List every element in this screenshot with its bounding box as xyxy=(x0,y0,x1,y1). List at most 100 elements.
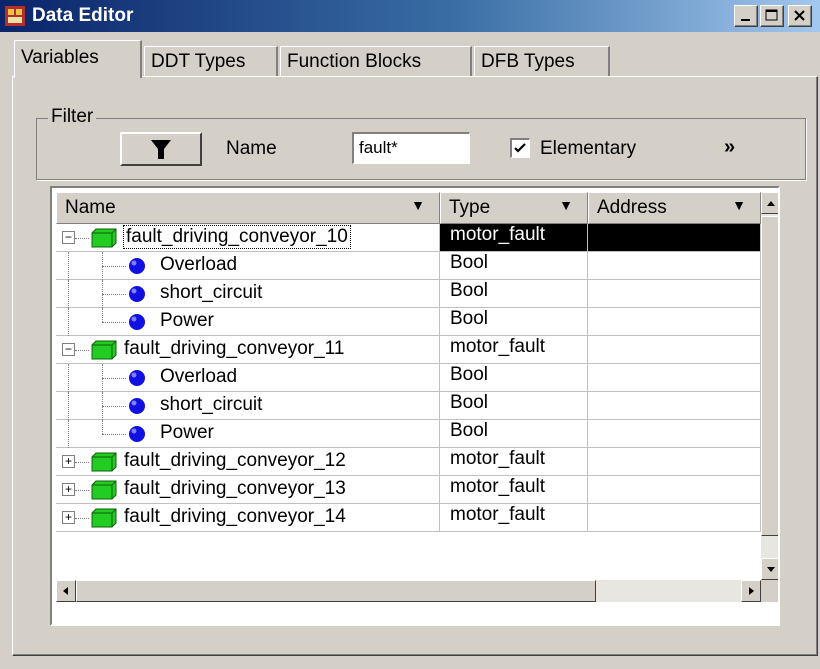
type-cell[interactable]: Bool xyxy=(440,392,588,420)
address-cell[interactable] xyxy=(588,252,761,280)
collapse-icon[interactable]: − xyxy=(62,343,75,356)
tree-line xyxy=(68,308,69,336)
type-cell[interactable]: motor_fault xyxy=(440,224,588,252)
column-header-type[interactable]: Type ▼ xyxy=(440,192,588,224)
type-cell[interactable]: motor_fault xyxy=(440,448,588,476)
tree-line xyxy=(102,406,126,407)
name-cell[interactable]: + fault_driving_conveyor_12 xyxy=(56,448,440,476)
address-cell[interactable] xyxy=(588,392,761,420)
type-cell[interactable]: Bool xyxy=(440,252,588,280)
table-row[interactable]: short_circuit Bool xyxy=(56,280,761,308)
name-cell[interactable]: Overload xyxy=(56,252,440,280)
scroll-left-button[interactable] xyxy=(56,580,76,602)
tree-line xyxy=(75,490,89,491)
address-cell[interactable] xyxy=(588,420,761,448)
scroll-down-button[interactable] xyxy=(761,558,778,580)
variable-name: Overload xyxy=(160,254,238,275)
tree-line xyxy=(102,294,126,295)
name-cell[interactable]: Power xyxy=(56,420,440,448)
tab-ddt-types[interactable]: DDT Types xyxy=(144,46,278,76)
minimize-button[interactable] xyxy=(734,5,758,27)
address-cell[interactable] xyxy=(588,280,761,308)
checkmark-icon xyxy=(514,143,526,153)
tab-function-blocks[interactable]: Function Blocks xyxy=(280,46,472,76)
table-row[interactable]: − fault_driving_conveyor_10 motor_fault xyxy=(56,224,761,252)
tab-dfb-types[interactable]: DFB Types xyxy=(474,46,610,76)
address-cell[interactable] xyxy=(588,336,761,364)
table-row[interactable]: + fault_driving_conveyor_14 motor_fault xyxy=(56,504,761,532)
type-cell[interactable]: Bool xyxy=(440,420,588,448)
column-header-name[interactable]: Name ▼ xyxy=(56,192,440,224)
type-cell[interactable]: motor_fault xyxy=(440,476,588,504)
table-row[interactable]: + fault_driving_conveyor_12 motor_fault xyxy=(56,448,761,476)
name-cell[interactable]: short_circuit xyxy=(56,280,440,308)
name-cell[interactable]: Overload xyxy=(56,364,440,392)
title-bar[interactable]: Data Editor xyxy=(0,0,820,32)
column-header-address[interactable]: Address ▼ xyxy=(588,192,761,224)
table-row[interactable]: Power Bool xyxy=(56,308,761,336)
tree-line xyxy=(75,462,89,463)
name-cell[interactable]: + fault_driving_conveyor_13 xyxy=(56,476,440,504)
collapse-icon[interactable]: − xyxy=(62,231,75,244)
data-editor-window: Data Editor Variables DDT Types Function… xyxy=(0,0,820,669)
tree-line xyxy=(75,238,89,239)
tab-variables[interactable]: Variables xyxy=(14,40,142,78)
type-cell[interactable]: motor_fault xyxy=(440,504,588,532)
more-options-button[interactable]: » xyxy=(724,136,735,159)
table-row[interactable]: Overload Bool xyxy=(56,364,761,392)
address-cell[interactable] xyxy=(588,476,761,504)
name-cell[interactable]: − fault_driving_conveyor_11 xyxy=(56,336,440,364)
variable-name: fault_driving_conveyor_14 xyxy=(124,506,346,527)
tree-line xyxy=(68,364,69,392)
bool-variable-icon xyxy=(129,370,145,386)
address-cell[interactable] xyxy=(588,448,761,476)
structure-icon xyxy=(91,452,117,472)
type-cell[interactable]: Bool xyxy=(440,308,588,336)
address-cell[interactable] xyxy=(588,224,761,252)
structure-icon xyxy=(91,340,117,360)
expand-icon[interactable]: + xyxy=(62,511,75,524)
type-cell[interactable]: motor_fault xyxy=(440,336,588,364)
name-cell[interactable]: + fault_driving_conveyor_14 xyxy=(56,504,440,532)
apply-filter-button[interactable] xyxy=(120,132,202,166)
app-icon xyxy=(5,6,25,26)
name-cell[interactable]: − fault_driving_conveyor_10 xyxy=(56,224,440,252)
horizontal-scroll-thumb[interactable] xyxy=(76,580,596,602)
variables-list: Name ▼ Type ▼ Address ▼ − fault_driving_c… xyxy=(50,186,780,626)
tree-line xyxy=(102,378,126,379)
variable-name: Power xyxy=(160,422,214,443)
vertical-scroll-thumb[interactable] xyxy=(761,216,778,536)
scroll-up-button[interactable] xyxy=(761,192,778,214)
funnel-icon xyxy=(151,140,171,159)
horizontal-scrollbar[interactable] xyxy=(56,580,761,602)
arrow-left-icon xyxy=(63,587,68,595)
scroll-right-button[interactable] xyxy=(741,580,761,602)
variable-name: fault_driving_conveyor_13 xyxy=(124,478,346,499)
table-row[interactable]: − fault_driving_conveyor_11 motor_fault xyxy=(56,336,761,364)
arrow-up-icon xyxy=(767,201,775,206)
address-cell[interactable] xyxy=(588,364,761,392)
maximize-button[interactable] xyxy=(760,5,784,27)
type-cell[interactable]: Bool xyxy=(440,364,588,392)
address-cell[interactable] xyxy=(588,308,761,336)
table-row[interactable]: short_circuit Bool xyxy=(56,392,761,420)
dropdown-arrow-icon: ▼ xyxy=(559,197,573,213)
table-row[interactable]: + fault_driving_conveyor_13 motor_fault xyxy=(56,476,761,504)
expand-icon[interactable]: + xyxy=(62,455,75,468)
name-cell[interactable]: Power xyxy=(56,308,440,336)
maximize-icon xyxy=(765,9,778,21)
type-cell[interactable]: Bool xyxy=(440,280,588,308)
table-row[interactable]: Overload Bool xyxy=(56,252,761,280)
elementary-checkbox[interactable] xyxy=(510,138,530,158)
structure-icon xyxy=(91,480,117,500)
vertical-scrollbar[interactable] xyxy=(761,192,778,580)
name-cell[interactable]: short_circuit xyxy=(56,392,440,420)
name-filter-input[interactable]: fault* xyxy=(352,132,470,164)
scroll-corner xyxy=(761,580,778,602)
table-row[interactable]: Power Bool xyxy=(56,420,761,448)
expand-icon[interactable]: + xyxy=(62,483,75,496)
tree-line xyxy=(102,308,103,322)
close-button[interactable] xyxy=(788,5,812,27)
address-cell[interactable] xyxy=(588,504,761,532)
bool-variable-icon xyxy=(129,314,145,330)
